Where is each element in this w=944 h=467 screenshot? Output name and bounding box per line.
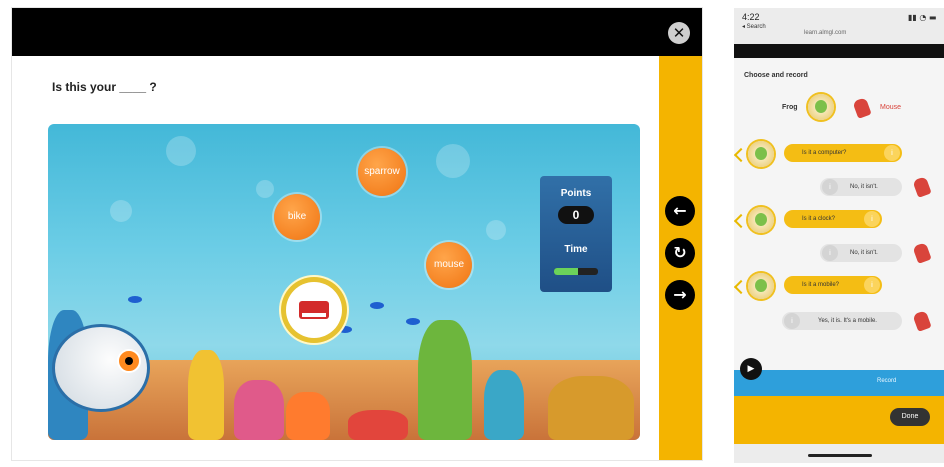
status-icons: ▮▮ ◔ ▬ [908, 13, 937, 22]
coral [348, 410, 408, 440]
record-bar[interactable]: Record [734, 370, 944, 396]
info-icon[interactable]: i [884, 145, 900, 161]
time-label: Time [564, 244, 588, 255]
chat-text: No, it isn't. [850, 250, 878, 256]
pufferfish [52, 324, 150, 412]
question-prompt: Is this your ____ ? [52, 80, 157, 94]
record-label[interactable]: Record [877, 378, 896, 384]
previous-button[interactable]: ← [665, 196, 695, 226]
mouse-label: Mouse [880, 104, 902, 111]
info-icon[interactable]: i [864, 211, 880, 227]
fish [128, 296, 142, 303]
game-window: ✕ Is this your ____ ? sparrow bike mouse… [12, 8, 702, 460]
activity-panel: Choose and record Frog Mouse Is it a com… [734, 58, 944, 413]
coral [188, 350, 224, 440]
frog-avatar [748, 141, 774, 167]
fish [370, 302, 384, 309]
coral [484, 370, 524, 440]
chat-bubble[interactable]: i No, it isn't. [820, 178, 902, 196]
points-label: Points [560, 188, 592, 199]
status-time: 4:22 [742, 12, 760, 22]
coral [234, 380, 284, 440]
row-marker [734, 213, 749, 229]
chat-text: Yes, it is. It's a mobile. [818, 318, 877, 324]
frog-avatar[interactable] [808, 94, 834, 120]
time-bar-fill [554, 268, 579, 275]
bubble-decoration [110, 200, 132, 222]
chat-text: Is it a computer? [802, 150, 847, 156]
close-button[interactable]: ✕ [668, 22, 690, 44]
bubble-decoration [166, 136, 196, 166]
word-option-bike[interactable]: bike [274, 194, 320, 240]
book-icon [299, 301, 329, 319]
word-option-sparrow[interactable]: sparrow [358, 148, 406, 196]
row-marker [734, 147, 749, 163]
chat-bubble[interactable]: i Yes, it is. It's a mobile. [782, 312, 902, 330]
phone-screen: 4:22 ◂ Search learn.almgl.com ▮▮ ◔ ▬ Cho… [734, 8, 944, 463]
seaweed [418, 320, 472, 440]
mouse-avatar [910, 175, 934, 199]
bubble-decoration [436, 144, 470, 178]
activity-title: Choose and record [744, 72, 808, 79]
underwater-scene: sparrow bike mouse Points 0 Time [48, 124, 640, 440]
next-button[interactable]: → [665, 280, 695, 310]
info-icon[interactable]: i [784, 313, 800, 329]
row-marker [734, 279, 749, 295]
info-icon[interactable]: i [864, 277, 880, 293]
points-value: 0 [558, 206, 594, 224]
question-text: Is this your ____ ? [52, 80, 157, 94]
home-indicator [808, 454, 872, 457]
chat-text: No, it isn't. [850, 184, 878, 190]
play-button[interactable]: ▶ [740, 358, 762, 380]
frog-avatar [748, 273, 774, 299]
frog-avatar [748, 207, 774, 233]
target-picture[interactable] [286, 282, 342, 338]
done-button[interactable]: Done [890, 408, 930, 426]
fish [406, 318, 420, 325]
phone-header-bar [734, 44, 944, 58]
chat-text: Is it a clock? [802, 216, 836, 222]
chat-text: Is it a mobile? [802, 282, 840, 288]
back-to-search-link[interactable]: ◂ Search [742, 23, 766, 30]
info-icon[interactable]: i [822, 245, 838, 261]
bubble-decoration [486, 220, 506, 240]
replay-button[interactable]: ↻ [665, 238, 695, 268]
game-top-bar [12, 8, 702, 56]
chat-bubble[interactable]: Is it a clock? i [784, 210, 882, 228]
mouse-avatar[interactable] [850, 96, 874, 120]
mouse-avatar [910, 241, 934, 265]
coral [548, 376, 634, 440]
time-bar [554, 268, 598, 275]
chat-bubble[interactable]: Is it a mobile? i [784, 276, 882, 294]
mouse-avatar [910, 309, 934, 333]
frog-label: Frog [782, 104, 798, 111]
pufferfish-eye [117, 349, 141, 373]
scoreboard: Points 0 Time [540, 176, 612, 292]
bubble-decoration [256, 180, 274, 198]
info-icon[interactable]: i [822, 179, 838, 195]
word-option-mouse[interactable]: mouse [426, 242, 472, 288]
chat-bubble[interactable]: i No, it isn't. [820, 244, 902, 262]
fish [338, 326, 352, 333]
url-bar[interactable]: learn.almgl.com [804, 30, 846, 36]
chat-bubble[interactable]: Is it a computer? i [784, 144, 902, 162]
coral [286, 392, 330, 440]
bottom-bar: Done [734, 396, 944, 444]
